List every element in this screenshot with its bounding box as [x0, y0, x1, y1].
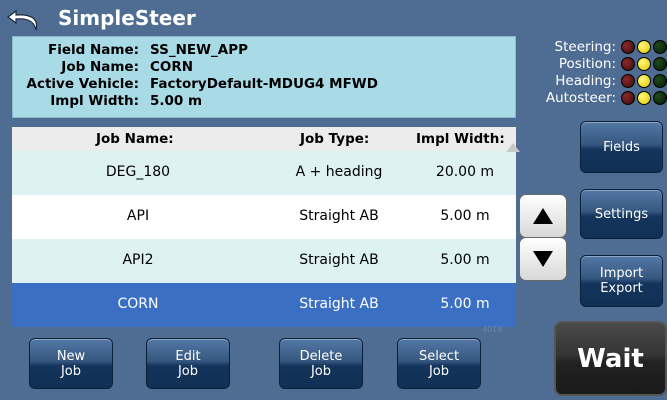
- job-type-cell: Straight AB: [299, 296, 379, 312]
- status-led-yellow-icon: [637, 91, 651, 105]
- impl-width-cell: 5.00 m: [440, 252, 490, 268]
- field-name-value: SS_NEW_APP: [150, 42, 248, 58]
- select-job-label-line1: Select: [418, 348, 460, 364]
- arrow-down-icon: [533, 251, 553, 267]
- impl-width-cell: 20.00 m: [435, 164, 495, 180]
- autosteer-status: Autosteer:: [546, 89, 667, 107]
- autosteer-label: Autosteer:: [545, 90, 616, 106]
- field-name-label: Field Name:: [47, 42, 139, 58]
- job-type-cell: Straight AB: [299, 208, 379, 224]
- back-arrow-icon[interactable]: [6, 6, 46, 34]
- delete-job-label-line1: Delete: [299, 348, 343, 364]
- wait-button[interactable]: Wait: [554, 321, 667, 396]
- job-name-cell: API: [126, 208, 150, 224]
- new-job-label-line2: Job: [60, 363, 82, 379]
- new-job-button[interactable]: New Job: [29, 338, 113, 389]
- fields-button[interactable]: Fields: [580, 121, 663, 173]
- status-led-green-icon: [653, 40, 667, 54]
- job-name-value: CORN: [150, 59, 194, 75]
- fields-button-label: Fields: [603, 139, 640, 155]
- status-led-yellow-icon: [637, 74, 651, 88]
- import-label: Import: [599, 266, 644, 281]
- column-header-impl-width[interactable]: Impl Width:: [416, 131, 505, 147]
- column-header-job-type[interactable]: Job Type:: [300, 131, 369, 147]
- job-name-label: Job Name:: [61, 59, 139, 75]
- impl-width-value: 5.00 m: [150, 93, 203, 109]
- build-number: 4019: [482, 325, 503, 334]
- column-header-job-name[interactable]: Job Name:: [96, 131, 174, 147]
- active-vehicle-label: Active Vehicle:: [26, 76, 139, 92]
- delete-job-label-line2: Job: [310, 363, 332, 379]
- table-row[interactable]: API Straight AB 5.00 m: [12, 195, 516, 239]
- scroll-up-button[interactable]: [519, 194, 567, 238]
- wait-label: Wait: [577, 343, 644, 374]
- status-led-yellow-icon: [637, 57, 651, 71]
- job-type-cell: A + heading: [295, 164, 383, 180]
- table-row[interactable]: DEG_180 A + heading 20.00 m: [12, 151, 516, 195]
- settings-button[interactable]: Settings: [580, 189, 663, 239]
- status-led-green-icon: [653, 74, 667, 88]
- heading-label: Heading:: [555, 73, 616, 89]
- edit-job-button[interactable]: Edit Job: [146, 338, 230, 389]
- status-led-green-icon: [653, 91, 667, 105]
- status-led-red-icon: [621, 40, 635, 54]
- active-vehicle-value: FactoryDefault-MDUG4 MFWD: [150, 76, 378, 92]
- status-indicators: Steering: Position: Heading: Autosteer:: [518, 38, 667, 110]
- edit-job-label-line1: Edit: [175, 348, 201, 364]
- position-status: Position:: [559, 55, 667, 73]
- heading-status: Heading:: [555, 72, 667, 90]
- status-led-red-icon: [621, 91, 635, 105]
- export-label: Export: [600, 281, 643, 296]
- table-row-selected[interactable]: CORN Straight AB 5.00 m: [12, 283, 516, 327]
- status-led-red-icon: [621, 74, 635, 88]
- arrow-up-icon: [533, 208, 553, 224]
- app-title: SimpleSteer: [58, 6, 196, 30]
- settings-button-label: Settings: [594, 206, 649, 222]
- impl-width-cell: 5.00 m: [440, 208, 490, 224]
- jobs-table: Job Name: Job Type: Impl Width: DEG_180 …: [12, 127, 516, 327]
- job-info-panel: Field Name: SS_NEW_APP Job Name: CORN Ac…: [12, 36, 516, 118]
- table-header: Job Name: Job Type: Impl Width:: [12, 127, 516, 151]
- steering-label: Steering:: [554, 39, 616, 55]
- impl-width-cell: 5.00 m: [440, 296, 490, 312]
- select-job-button[interactable]: Select Job: [397, 338, 481, 389]
- position-label: Position:: [558, 56, 616, 72]
- steering-status: Steering:: [555, 38, 667, 56]
- status-led-yellow-icon: [637, 40, 651, 54]
- import-export-button[interactable]: Import Export: [580, 255, 663, 307]
- scroll-down-button[interactable]: [519, 237, 567, 281]
- status-led-green-icon: [653, 57, 667, 71]
- sort-triangle-icon[interactable]: [506, 143, 520, 152]
- impl-width-label: Impl Width:: [50, 93, 139, 109]
- status-led-red-icon: [621, 57, 635, 71]
- job-type-cell: Straight AB: [299, 252, 379, 268]
- job-name-cell: CORN: [117, 296, 159, 312]
- job-name-cell: DEG_180: [105, 164, 171, 180]
- table-row[interactable]: API2 Straight AB 5.00 m: [12, 239, 516, 283]
- job-name-cell: API2: [122, 252, 154, 268]
- select-job-label-line2: Job: [428, 363, 450, 379]
- edit-job-label-line2: Job: [177, 363, 199, 379]
- new-job-label-line1: New: [56, 348, 86, 364]
- delete-job-button[interactable]: Delete Job: [279, 338, 363, 389]
